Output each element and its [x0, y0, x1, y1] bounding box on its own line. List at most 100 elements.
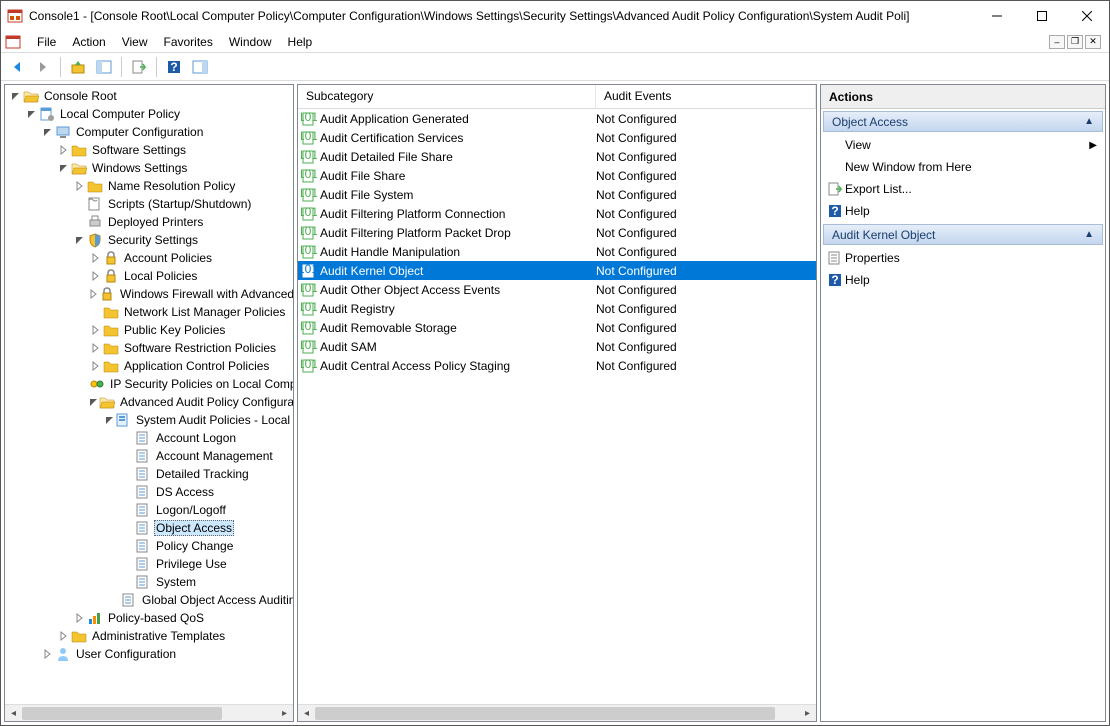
collapse-icon[interactable] — [25, 109, 39, 119]
tree-item-dp[interactable]: Deployed Printers — [5, 213, 293, 231]
tree-item-pkp[interactable]: Public Key Policies — [5, 321, 293, 339]
expand-icon[interactable] — [89, 271, 103, 281]
list-body[interactable]: 101Audit Application GeneratedNot Config… — [298, 109, 816, 704]
tree-item-ss[interactable]: Software Settings — [5, 141, 293, 159]
list-row[interactable]: 101Audit SAMNot Configured — [298, 337, 816, 356]
collapse-icon[interactable] — [57, 163, 71, 173]
list-row[interactable]: 101Audit Other Object Access EventsNot C… — [298, 280, 816, 299]
tree-item-lcp[interactable]: Local Computer Policy — [5, 105, 293, 123]
menu-help[interactable]: Help — [280, 33, 321, 51]
tree-item-ds[interactable]: DS Access — [5, 483, 293, 501]
menu-favorites[interactable]: Favorites — [156, 33, 221, 51]
menu-action[interactable]: Action — [64, 33, 113, 51]
back-button[interactable] — [5, 55, 29, 79]
list-row[interactable]: 101Audit File SystemNot Configured — [298, 185, 816, 204]
tree-item-root[interactable]: Console Root — [5, 87, 293, 105]
action-export-list[interactable]: Export List... — [821, 178, 1105, 200]
help-button[interactable]: ? — [162, 55, 186, 79]
action-view[interactable]: View▶ — [821, 134, 1105, 156]
list-hscroll[interactable]: ◂ ▸ — [298, 704, 816, 721]
up-button[interactable] — [66, 55, 90, 79]
expand-icon[interactable] — [89, 325, 103, 335]
expand-icon[interactable] — [89, 343, 103, 353]
collapse-icon[interactable] — [89, 397, 99, 407]
action-new-window[interactable]: New Window from Here — [821, 156, 1105, 178]
tree-item-pc[interactable]: Policy Change — [5, 537, 293, 555]
action-label: View — [845, 138, 871, 152]
action-properties[interactable]: Properties — [821, 247, 1105, 269]
list-row[interactable]: 101Audit File ShareNot Configured — [298, 166, 816, 185]
tree-item-ll[interactable]: Logon/Logoff — [5, 501, 293, 519]
expand-icon[interactable] — [57, 145, 71, 155]
action-help[interactable]: ? Help — [821, 200, 1105, 222]
tree-item-sys[interactable]: System — [5, 573, 293, 591]
col-subcategory[interactable]: Subcategory — [298, 85, 596, 108]
tree-item-am[interactable]: Account Management — [5, 447, 293, 465]
collapse-icon[interactable] — [73, 235, 87, 245]
tree-item-scripts[interactable]: Scripts (Startup/Shutdown) — [5, 195, 293, 213]
tree-item-srp[interactable]: Software Restriction Policies — [5, 339, 293, 357]
expand-icon[interactable] — [89, 253, 103, 263]
tree-hscroll[interactable]: ◂ ▸ — [5, 704, 293, 721]
show-hide-action-button[interactable] — [188, 55, 212, 79]
tree-item-dt[interactable]: Detailed Tracking — [5, 465, 293, 483]
list-row[interactable]: 101Audit Application GeneratedNot Config… — [298, 109, 816, 128]
expand-icon[interactable] — [89, 361, 103, 371]
show-hide-tree-button[interactable] — [92, 55, 116, 79]
mdi-close[interactable]: ✕ — [1085, 35, 1101, 49]
action-section-object-access[interactable]: Object Access▲ — [823, 111, 1103, 132]
tree-item-acp[interactable]: Application Control Policies — [5, 357, 293, 375]
list-row[interactable]: 101Audit Filtering Platform Packet DropN… — [298, 223, 816, 242]
menu-window[interactable]: Window — [221, 33, 280, 51]
tree-item-ap[interactable]: Account Policies — [5, 249, 293, 267]
export-button[interactable] — [127, 55, 151, 79]
forward-button[interactable] — [31, 55, 55, 79]
tree-item-at[interactable]: Administrative Templates — [5, 627, 293, 645]
tree-item-ws[interactable]: Windows Settings — [5, 159, 293, 177]
tree[interactable]: Console RootLocal Computer PolicyCompute… — [5, 85, 293, 704]
expand-icon[interactable] — [57, 631, 71, 641]
tree-item-aapc[interactable]: Advanced Audit Policy Configuration — [5, 393, 293, 411]
menu-file[interactable]: File — [29, 33, 64, 51]
list-row[interactable]: 101Audit RegistryNot Configured — [298, 299, 816, 318]
close-button[interactable] — [1064, 1, 1109, 31]
expand-icon[interactable] — [73, 181, 87, 191]
tree-item-uc[interactable]: User Configuration — [5, 645, 293, 663]
tree-item-nrp[interactable]: Name Resolution Policy — [5, 177, 293, 195]
collapse-icon[interactable] — [105, 415, 115, 425]
collapse-icon[interactable] — [9, 91, 23, 101]
list-row[interactable]: 101Audit Kernel ObjectNot Configured — [298, 261, 816, 280]
tree-item-ips[interactable]: IP Security Policies on Local Computer — [5, 375, 293, 393]
mdi-restore[interactable]: ❐ — [1067, 35, 1083, 49]
tree-item-sec[interactable]: Security Settings — [5, 231, 293, 249]
minimize-button[interactable] — [974, 1, 1019, 31]
expand-icon[interactable] — [89, 289, 99, 299]
tree-item-lp[interactable]: Local Policies — [5, 267, 293, 285]
list-row[interactable]: 101Audit Central Access Policy StagingNo… — [298, 356, 816, 375]
menu-view[interactable]: View — [114, 33, 156, 51]
tree-item-nlm[interactable]: Network List Manager Policies — [5, 303, 293, 321]
list-row[interactable]: 101Audit Handle ManipulationNot Configur… — [298, 242, 816, 261]
tree-label: Account Policies — [122, 251, 214, 265]
tree-item-pbq[interactable]: Policy-based QoS — [5, 609, 293, 627]
mdi-minimize[interactable]: ‒ — [1049, 35, 1065, 49]
collapse-icon[interactable] — [41, 127, 55, 137]
tree-item-goaa[interactable]: Global Object Access Auditing — [5, 591, 293, 609]
list-row[interactable]: 101Audit Certification ServicesNot Confi… — [298, 128, 816, 147]
maximize-button[interactable] — [1019, 1, 1064, 31]
tree-item-cc[interactable]: Computer Configuration — [5, 123, 293, 141]
auditnode-icon — [115, 412, 131, 428]
action-help-2[interactable]: ? Help — [821, 269, 1105, 291]
list-row[interactable]: 101Audit Detailed File ShareNot Configur… — [298, 147, 816, 166]
tree-item-oa[interactable]: Object Access — [5, 519, 293, 537]
list-row[interactable]: 101Audit Filtering Platform ConnectionNo… — [298, 204, 816, 223]
list-row[interactable]: 101Audit Removable StorageNot Configured — [298, 318, 816, 337]
tree-item-pu[interactable]: Privilege Use — [5, 555, 293, 573]
col-audit-events[interactable]: Audit Events — [596, 85, 816, 108]
expand-icon[interactable] — [73, 613, 87, 623]
tree-item-wf[interactable]: Windows Firewall with Advanced Security — [5, 285, 293, 303]
expand-icon[interactable] — [41, 649, 55, 659]
tree-item-al[interactable]: Account Logon — [5, 429, 293, 447]
tree-item-sap[interactable]: System Audit Policies - Local Group Poli… — [5, 411, 293, 429]
action-section-kernel-object[interactable]: Audit Kernel Object▲ — [823, 224, 1103, 245]
